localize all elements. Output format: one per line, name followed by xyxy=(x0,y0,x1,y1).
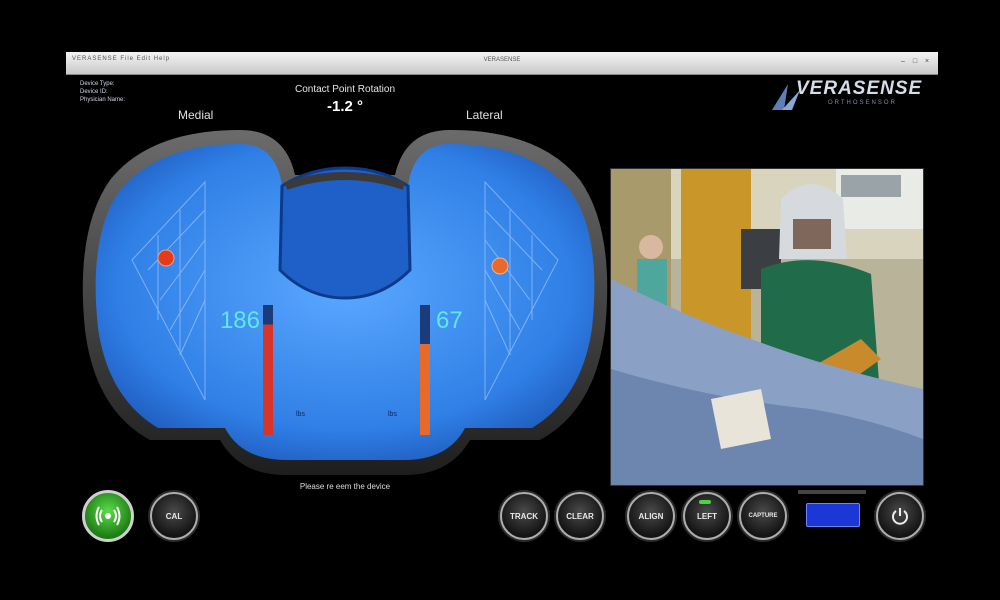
verasense-logo: VERASENSE ORTHOSENSOR xyxy=(770,78,923,114)
battery-indicator xyxy=(806,503,860,527)
logo-brand: VERASENSE xyxy=(796,78,923,99)
medial-unit-label: lbs xyxy=(296,411,305,418)
contact-point-rotation-value: -1.2 ° xyxy=(326,98,363,115)
wireless-button[interactable] xyxy=(82,490,134,542)
window-title: VERASENSE xyxy=(483,57,521,63)
track-button[interactable]: TRACK xyxy=(500,492,548,540)
medial-load-bar xyxy=(263,324,273,435)
lateral-contact-point xyxy=(491,257,509,275)
physician-label: Physician Name: xyxy=(80,97,126,103)
device-info-panel: Device Type: Device ID: Physician Name: xyxy=(80,80,125,104)
power-icon xyxy=(892,508,908,525)
lateral-load-value: 67 xyxy=(436,307,463,334)
medial-load-value: 186 xyxy=(220,307,260,334)
left-active-indicator xyxy=(699,500,711,504)
lateral-unit-label: lbs xyxy=(388,411,397,418)
tibial-tray-graphic: 186 67 lbs lbs xyxy=(82,130,608,475)
medial-contact-point xyxy=(157,249,175,267)
close-icon[interactable]: × xyxy=(922,57,932,67)
contact-point-rotation-title: Contact Point Rotation xyxy=(294,84,396,95)
clear-button[interactable]: CLEAR xyxy=(556,492,604,540)
operating-room-video xyxy=(610,168,924,486)
logo-subtitle: ORTHOSENSOR xyxy=(828,100,897,106)
intercondylar-notch xyxy=(278,166,412,300)
align-button[interactable]: ALIGN xyxy=(627,492,675,540)
wireless-signal-icon xyxy=(95,506,121,526)
power-button[interactable] xyxy=(876,492,924,540)
status-message: Please re eem the device xyxy=(299,482,391,491)
maximize-icon[interactable]: □ xyxy=(910,57,920,67)
minimize-icon[interactable]: – xyxy=(898,57,908,67)
device-type-label: Device Type: xyxy=(80,81,115,87)
cal-button[interactable]: CAL xyxy=(150,492,198,540)
capture-button[interactable]: CAPTURE xyxy=(739,492,787,540)
device-id-label: Device ID: xyxy=(80,89,108,95)
battery-strip xyxy=(798,490,866,494)
lateral-load-bar xyxy=(420,344,430,435)
window-titlebar: VERASENSE File Edit Help VERASENSE – □ × xyxy=(66,52,938,75)
